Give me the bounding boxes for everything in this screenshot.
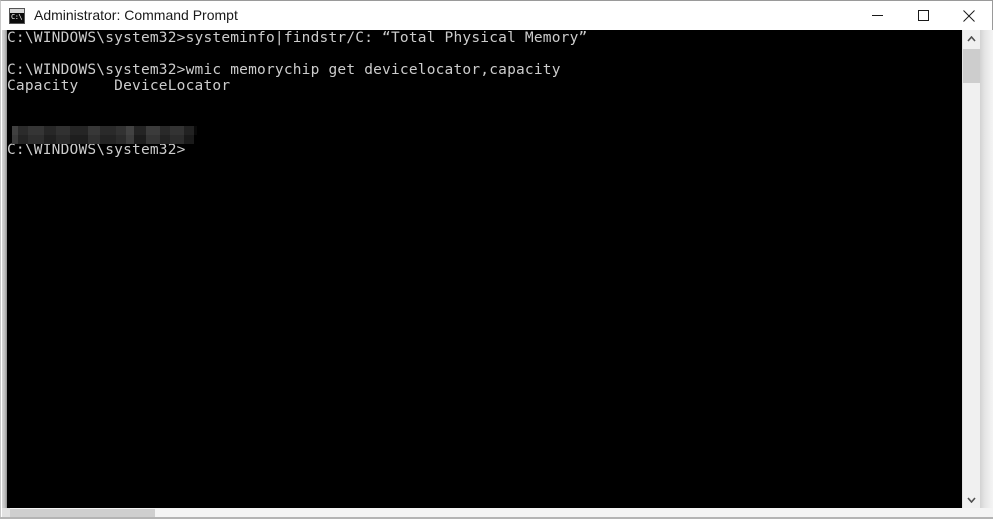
vertical-scrollbar-track[interactable] [963,47,980,491]
console-screen[interactable]: C:\WINDOWS\system32>systeminfo|findstr/C… [7,30,962,508]
minimize-icon [871,15,883,16]
console-right-border [980,30,993,508]
title-bar[interactable]: C:\ Administrator: Command Prompt [1,1,992,30]
vertical-scrollbar[interactable] [962,30,980,508]
console-client-area: C:\WINDOWS\system32>systeminfo|findstr/C… [2,30,993,519]
cmd-console-icon: C:\ [9,7,25,24]
close-button[interactable] [946,1,992,30]
window-title: Administrator: Command Prompt [34,7,238,23]
redacted-output-row [7,126,197,144]
maximize-button[interactable] [900,1,946,30]
minimize-button[interactable] [854,1,900,30]
close-icon [963,9,975,22]
chevron-down-icon [967,496,976,503]
window-controls [854,1,992,30]
vertical-scrollbar-thumb[interactable] [963,49,980,83]
cmd-icon-glyph: C:\ [11,12,23,21]
scroll-up-button[interactable] [963,30,980,47]
chevron-up-icon [967,35,976,42]
scroll-down-button[interactable] [963,491,980,508]
maximize-icon [917,10,929,21]
command-prompt-window: C:\ Administrator: Command Prompt C:\WIN… [0,0,993,519]
